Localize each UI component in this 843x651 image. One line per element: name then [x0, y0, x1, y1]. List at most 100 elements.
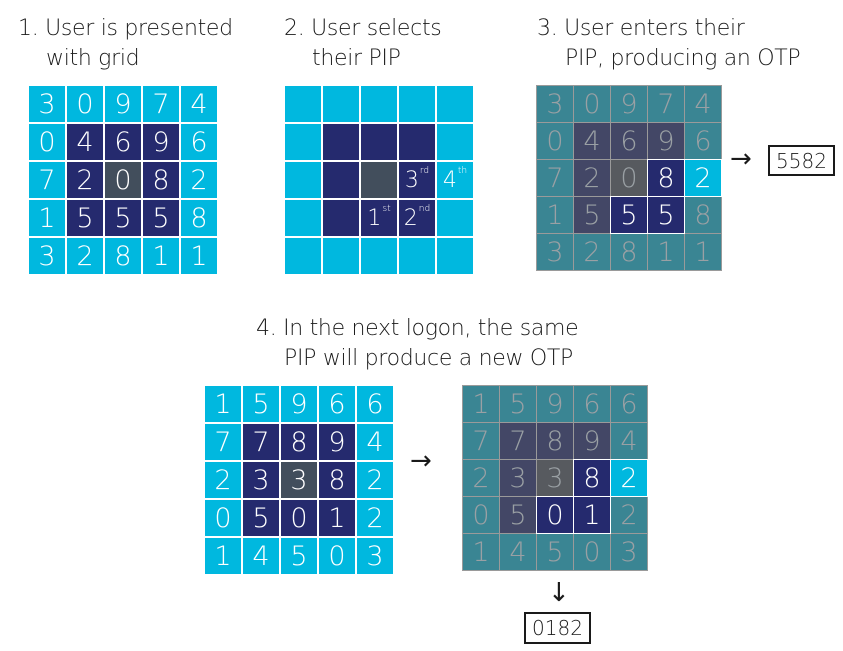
step3-title-line2: PIP, producing an OTP: [565, 46, 801, 71]
grid-cell: 2: [463, 460, 499, 496]
grid-cell: 1: [29, 200, 65, 236]
grid-cell: 6: [611, 123, 647, 159]
grid-cell: 2: [205, 462, 241, 498]
grid-cell: 2: [684, 159, 722, 197]
grid-cell: [361, 124, 397, 160]
grid-cell: 7: [29, 162, 65, 198]
grid-cell: 2: [181, 162, 217, 198]
grid-cell: 1: [463, 534, 499, 570]
grid-cell: 6: [685, 123, 721, 159]
step2-title-line2: their PIP: [312, 46, 401, 71]
grid-cell: 8: [611, 234, 647, 270]
grid-cell: 1: [573, 496, 611, 534]
grid-cell: 3: [611, 534, 647, 570]
grid-cell: 2: [357, 500, 393, 536]
grid-cell: 1: [685, 234, 721, 270]
grid-cell: [285, 200, 321, 236]
grid-cell: 3: [281, 462, 317, 498]
grid-cell: 0: [611, 160, 647, 196]
grid-cell: [323, 200, 359, 236]
down-arrow-icon: ↓: [548, 578, 570, 608]
grid-cell: 3: [537, 234, 573, 270]
grid-cell: 1: [143, 238, 179, 274]
grid-cell: 9: [105, 86, 141, 122]
grid-cell: [399, 238, 435, 274]
grid-cell: 9: [281, 386, 317, 422]
grid-cell: [399, 86, 435, 122]
step2-title-line1: 2. User selects: [284, 16, 442, 41]
grid-cell: 7: [537, 160, 573, 196]
grid-cell: [437, 124, 473, 160]
grid-cell: 9: [143, 124, 179, 160]
step4-new-grid: 1596677894233820501214503: [205, 386, 393, 574]
grid-cell: 6: [181, 124, 217, 160]
grid-cell: 6: [574, 386, 610, 422]
grid-cell: 2: [574, 160, 610, 196]
grid-cell: 2: [574, 234, 610, 270]
grid-cell: 5: [67, 200, 103, 236]
grid-cell: 0: [29, 124, 65, 160]
grid-cell: 4: [243, 538, 279, 574]
grid-cell: 9: [319, 424, 355, 460]
grid-cell: 9: [574, 423, 610, 459]
grid-cell: [323, 238, 359, 274]
grid-cell: 5: [105, 200, 141, 236]
grid-cell: 6: [357, 386, 393, 422]
grid-cell: 5: [610, 196, 648, 234]
grid-cell: 4: [357, 424, 393, 460]
grid-cell: 1: [537, 197, 573, 233]
grid-cell: 3: [500, 460, 536, 496]
grid-cell: 3: [29, 238, 65, 274]
grid-cell: 1: [205, 538, 241, 574]
grid-cell: [285, 86, 321, 122]
grid-cell: 9: [648, 123, 684, 159]
grid-cell: 4: [611, 423, 647, 459]
grid-cell: [437, 200, 473, 236]
step1-title: 1. User is presented with grid: [18, 14, 233, 74]
grid-cell: 0: [105, 162, 141, 198]
grid-cell: [361, 238, 397, 274]
step4-entered-grid: 1596677894233820501214503: [462, 385, 648, 571]
grid-cell: 8: [105, 238, 141, 274]
grid-cell: 7: [648, 86, 684, 122]
grid-cell: 5: [500, 497, 536, 533]
grid-cell: 9: [537, 386, 573, 422]
grid-cell: 8: [685, 197, 721, 233]
grid-cell: 7: [205, 424, 241, 460]
grid-cell: 5: [243, 386, 279, 422]
grid-cell: 7: [500, 423, 536, 459]
grid-cell: 2: [357, 462, 393, 498]
grid-cell: 1: [205, 386, 241, 422]
grid-cell: 6: [319, 386, 355, 422]
grid-cell: 1: [319, 500, 355, 536]
grid-cell: 4: [685, 86, 721, 122]
grid-cell: 8: [573, 459, 611, 497]
grid-cell: 0: [536, 496, 574, 534]
grid-cell: 5: [281, 538, 317, 574]
grid-cell: 2: [67, 162, 103, 198]
step2-grid: 3rd 4th 1st 2nd: [285, 86, 473, 274]
pip-order-label: 4th: [442, 165, 468, 193]
grid-cell: [437, 86, 473, 122]
grid-cell: 0: [319, 538, 355, 574]
grid-cell: 1: [181, 238, 217, 274]
step4-title: 4. In the next logon, the same PIP will …: [256, 314, 579, 374]
grid-cell: 0: [205, 500, 241, 536]
grid-cell: 3: [243, 462, 279, 498]
grid-cell: 8: [281, 424, 317, 460]
grid-cell: 0: [574, 534, 610, 570]
otp-box-step3: 5582: [768, 145, 835, 176]
step1-title-line2: with grid: [46, 46, 140, 71]
grid-cell: 1: [648, 234, 684, 270]
otp-box-step4: 0182: [524, 612, 591, 644]
grid-cell: 0: [67, 86, 103, 122]
grid-cell: 0: [537, 123, 573, 159]
grid-cell: 3: [29, 86, 65, 122]
grid-cell: 3: [357, 538, 393, 574]
grid-cell: 6: [105, 124, 141, 160]
grid-cell: 2: [67, 238, 103, 274]
grid-cell: 4: [67, 124, 103, 160]
grid-cell: [361, 86, 397, 122]
grid-cell: 0: [574, 86, 610, 122]
grid-cell: 6: [611, 386, 647, 422]
